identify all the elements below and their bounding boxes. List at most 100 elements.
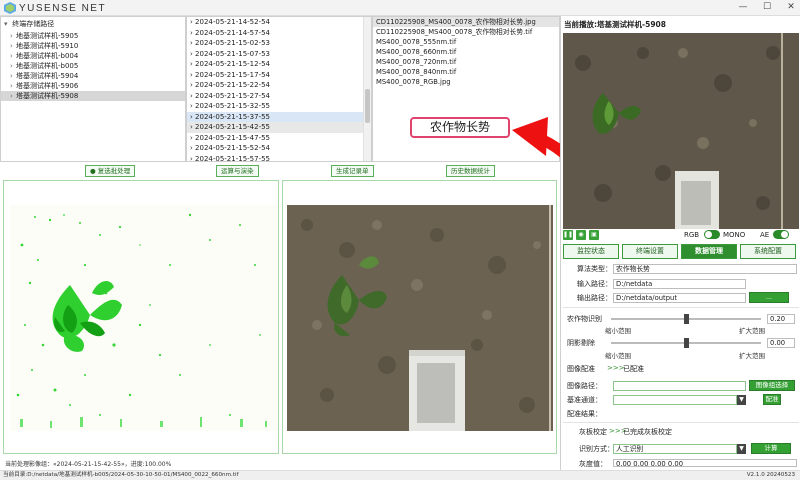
recog-mode-select[interactable]: 人工识别 [613,444,737,454]
gray-values-field[interactable]: 0.00 0.00 0.00 0.00 [613,459,797,467]
timestamp-row[interactable]: › 2024-05-21-15-27-54 [187,91,363,102]
timestamp-row[interactable]: › 2024-05-21-15-02-53 [187,38,363,49]
timestamp-row[interactable]: › 2024-05-21-15-12-54 [187,59,363,70]
history-stats-button[interactable]: 历史数据统计 [446,165,495,177]
mono-label: MONO [723,231,746,239]
file-row[interactable]: MS400_0078_RGB.jpg [373,77,559,87]
close-icon[interactable]: ✕ [786,2,796,12]
crop-recog-label: 农作物识别 [567,315,602,323]
compute-render-button[interactable]: 运算与演染 [216,165,259,177]
timestamp-label: 2024-05-21-15-17-54 [195,70,271,79]
file-row[interactable]: MS400_0078_660nm.tif [373,47,559,57]
image-path-label: 图像路径： [567,382,602,390]
generate-record-button[interactable]: 生成记录单 [331,165,374,177]
tab-monitor-status[interactable]: 监控状态 [563,244,619,259]
timestamp-row[interactable]: › 2024-05-21-14-57-54 [187,28,363,39]
timestamp-row[interactable]: › 2024-05-21-15-22-54 [187,80,363,91]
tree-root[interactable]: ▾ 终端存储路径 [1,17,185,31]
calculate-button[interactable]: 计算 [751,443,791,454]
tree-node[interactable]: › 地基测试样机-5905 [1,31,185,41]
slider-handle[interactable] [683,314,689,324]
minimize-icon[interactable]: — [738,2,748,12]
tree-node[interactable]: › 塔基测试样机-5904 [1,71,185,81]
timestamp-scrollbar[interactable] [363,17,371,161]
timestamp-label: 2024-05-21-14-52-54 [195,18,271,26]
tree-node[interactable]: › 地基测试样机-5910 [1,41,185,51]
tree-node[interactable]: › 塔基测试样机-5908 [1,91,185,101]
rgb-mono-toggle[interactable] [704,230,720,239]
window-controls: — ☐ ✕ [738,2,796,12]
version-label: V2.1.0 20240523 [746,472,795,478]
settings-tabs: 监控状态 终端设置 数据管理 系统配置 [563,244,799,260]
ae-toggle[interactable] [773,230,789,239]
crop-recog-slider[interactable] [611,314,761,324]
timestamp-row[interactable]: › 2024-05-21-15-42-55 [187,122,363,133]
file-row[interactable]: CD110225908_MS400_0078_农作物相对长势.jpg [373,17,559,27]
timestamp-row[interactable]: › 2024-05-21-15-47-55 [187,133,363,144]
timestamp-label: 2024-05-21-15-37-55 [195,112,271,121]
slider-handle[interactable] [683,338,689,348]
data-management-form: 算法类型： 农作物长势 输入路径： D:/netdata 输出路径： D:/ne… [563,262,799,470]
file-row[interactable]: MS400_0078_720nm.tif [373,57,559,67]
app-logo: YUSENSE NET [4,2,106,14]
timestamp-label: 2024-05-21-15-57-55 [195,154,271,162]
expand-range-label: 扩大范围 [739,327,765,335]
crop-recog-value[interactable]: 0.20 [767,314,795,324]
timestamp-label: 2024-05-21-14-57-54 [195,28,271,37]
maximize-icon[interactable]: ☐ [762,2,772,12]
timestamp-label: 2024-05-21-15-12-54 [195,60,271,68]
file-row[interactable]: MS400_0078_840nm.tif [373,67,559,77]
timestamp-row[interactable]: › 2024-05-21-15-57-55 [187,154,363,162]
browse-output-button[interactable]: ... [749,292,789,303]
timestamp-row[interactable]: › 2024-05-21-15-17-54 [187,70,363,81]
shadow-removal-label: 阴影剔除 [567,339,595,347]
timestamp-row[interactable]: › 2024-05-21-15-32-55 [187,101,363,112]
pause-icon[interactable]: ❚❚ [563,230,573,240]
tab-data-management[interactable]: 数据管理 [681,244,737,259]
tree-node-label: 地基测试样机-b005 [16,62,79,70]
tab-system-config[interactable]: 系统配置 [740,244,796,259]
image-icon[interactable]: ▣ [589,230,599,240]
logo-icon [4,2,16,14]
tree-node[interactable]: › 地基测试样机-b005 [1,61,185,71]
algo-type-field[interactable]: 农作物长势 [613,264,797,274]
timestamp-row[interactable]: › 2024-05-21-15-52-54 [187,143,363,154]
expand-range-label: 扩大范围 [739,352,765,360]
shadow-removal-value[interactable]: 0.00 [767,338,795,348]
progress-status: 当前处理影像组：«2024-05-21-15-42-55»，进度:100.00% [5,461,172,468]
tree-node-label: 塔基测试样机-5908 [16,92,79,100]
timestamp-row[interactable]: › 2024-05-21-15-07-53 [187,49,363,60]
recog-mode-label: 识别方式： [579,445,614,453]
title-bar: YUSENSE NET — ☐ ✕ [0,0,800,16]
camera-controls: ❚❚ ◉ ▣ RGB MONO AE [563,230,799,242]
shadow-removal-slider[interactable] [611,338,761,348]
timestamp-label: 2024-05-21-15-27-54 [195,91,271,100]
camera-icon[interactable]: ◉ [576,230,586,240]
scroll-thumb[interactable] [365,89,370,123]
gray-values-label: 灰度值： [579,460,607,468]
base-channel-select[interactable] [613,395,737,405]
tree-node[interactable]: › 塔基测试样机-5906 [1,81,185,91]
registration-status: 已配准 [623,365,644,373]
timestamp-label: 2024-05-21-15-52-54 [195,144,271,152]
chevron-down-icon[interactable]: ▼ [737,444,746,454]
tree-root-label: 终端存储路径 [12,20,55,28]
output-path-field[interactable]: D:/netdata/output [613,293,746,303]
image-group-select-button[interactable]: 图像组选择 [749,380,795,391]
timestamp-label: 2024-05-21-15-47-55 [195,133,271,142]
tree-node[interactable]: › 地基测试样机-b004 [1,51,185,61]
file-row[interactable]: MS400_0078_555nm.tif [373,37,559,47]
chevron-down-icon[interactable]: ▼ [737,395,746,405]
timestamp-row[interactable]: › 2024-05-21-15-37-55 [187,111,363,122]
gray-board-status: 已完成灰板校定 [623,428,672,436]
tab-terminal-settings[interactable]: 终端设置 [622,244,678,259]
base-channel-label: 基准通道： [567,396,602,404]
file-row[interactable]: CD110225908_MS400_0078_农作物相对长势.tif [373,27,559,37]
image-path-field[interactable] [613,381,746,391]
batch-process-button[interactable]: ● 复选批处理 [85,165,136,177]
input-path-field[interactable]: D:/netdata [613,279,746,289]
register-button[interactable]: 配准 [763,394,781,405]
output-path-label: 输出路径： [577,294,612,302]
timestamp-row[interactable]: › 2024-05-21-14-52-54 [187,17,363,28]
collapse-icon[interactable]: ▾ [4,20,10,28]
